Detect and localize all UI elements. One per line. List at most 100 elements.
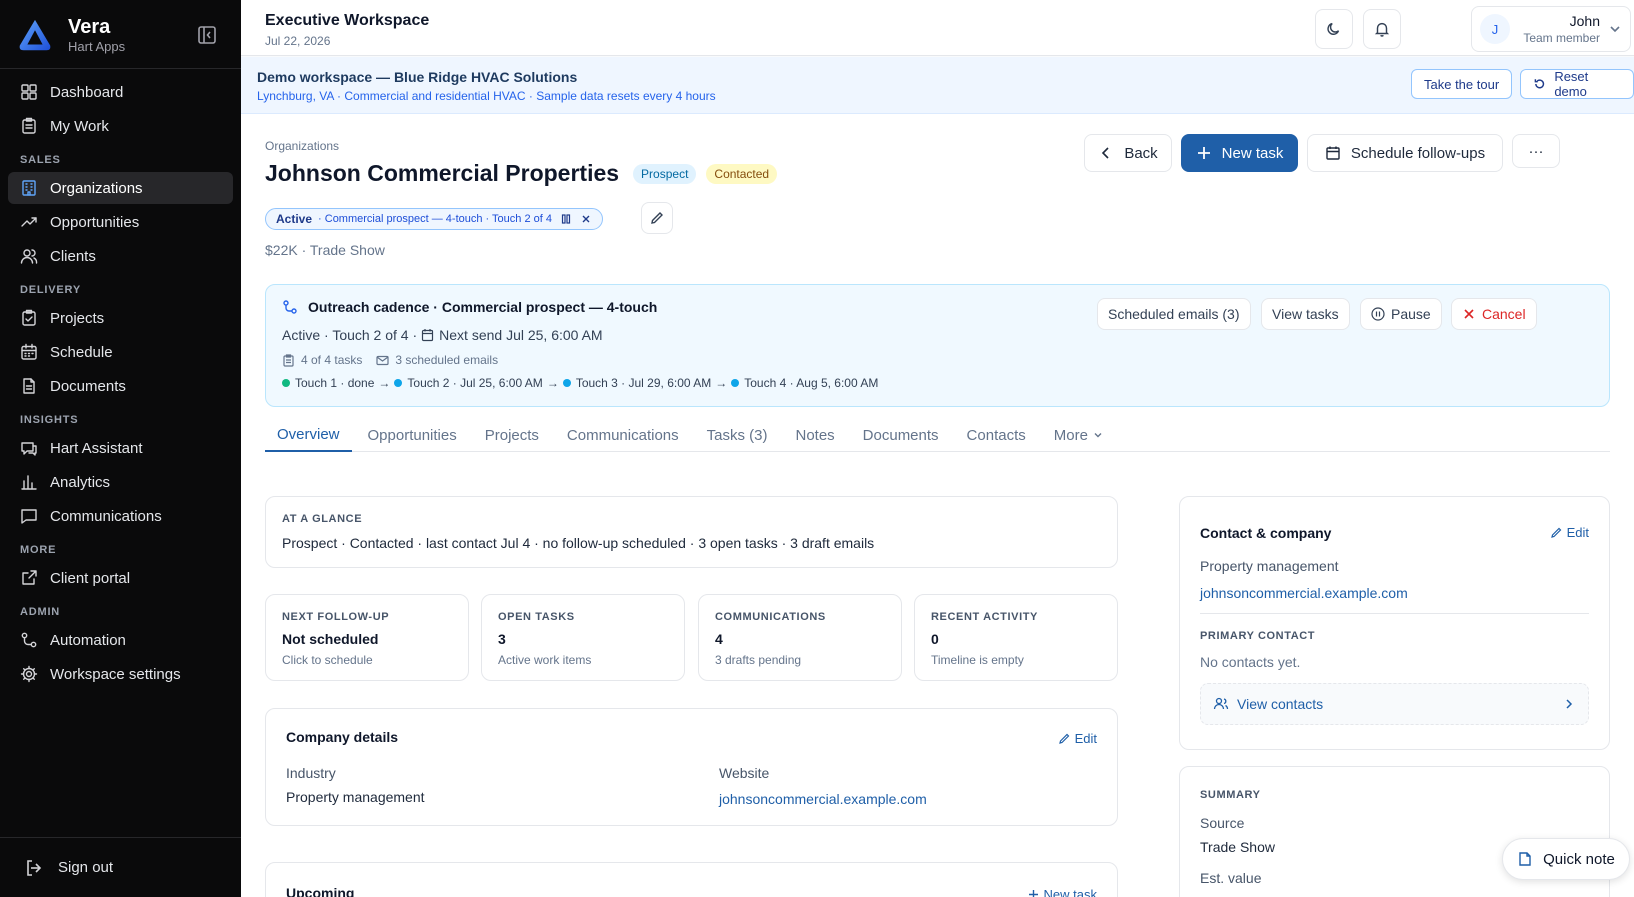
edit-company-link[interactable]: Edit [1058, 731, 1097, 746]
stat-card: OPEN TASKS 3 Active work items [481, 594, 685, 681]
step-status-dot [562, 379, 571, 387]
brand-name: Vera [68, 16, 111, 38]
demo-banner: Demo workspace — Blue Ridge HVAC Solutio… [241, 57, 1634, 114]
upcoming-new-task-link[interactable]: New task [1027, 887, 1097, 897]
clipboard-icon [22, 117, 36, 134]
stat-subtext: Click to schedule [282, 653, 373, 667]
notifications-button[interactable] [1363, 9, 1401, 49]
tab-projects[interactable]: Projects [473, 418, 551, 452]
sequence-chip[interactable]: Active · Commercial prospect — 4-touch ·… [265, 208, 603, 230]
stat-label: NEXT FOLLOW-UP [282, 611, 390, 623]
breadcrumb[interactable]: Organizations [265, 139, 339, 153]
sidebar-item-clients[interactable]: Clients [8, 240, 233, 272]
pencil-icon [651, 212, 663, 224]
tab-contacts[interactable]: Contacts [955, 418, 1038, 452]
pause-cadence-button[interactable]: Pause [1360, 298, 1442, 330]
stat-card: COMMUNICATIONS 4 3 drafts pending [698, 594, 902, 681]
pause-circle-icon [1371, 307, 1385, 321]
edit-contact-link[interactable]: Edit [1550, 525, 1589, 540]
quick-note-button[interactable]: Quick note [1502, 838, 1630, 880]
tab-label: Opportunities [367, 426, 457, 444]
tab-more[interactable]: More [1042, 418, 1116, 452]
chevron-down-icon [1094, 433, 1102, 438]
sidebar-item-label: Hart Assistant [50, 439, 143, 457]
tab-overview[interactable]: Overview [265, 418, 352, 452]
website-link[interactable]: johnsoncommercial.example.com [719, 791, 927, 807]
sidebar-item-opportunities[interactable]: Opportunities [8, 206, 233, 238]
industry-value: Property management [286, 789, 425, 805]
sidebar-item-hart-assistant[interactable]: Hart Assistant [8, 432, 233, 464]
sidebar-item-schedule[interactable]: Schedule [8, 336, 233, 368]
sidebar-item-documents[interactable]: Documents [8, 370, 233, 402]
sidebar-item-automation[interactable]: Automation [8, 624, 233, 656]
upcoming-new-task-label: New task [1043, 887, 1097, 897]
sidebar-item-label: Clients [50, 247, 96, 265]
more-actions-button[interactable]: ··· [1512, 134, 1560, 168]
calendar-clock-icon [422, 329, 434, 342]
scheduled-emails-button[interactable]: Scheduled emails (3) [1097, 298, 1251, 330]
sidebar-item-label: Dashboard [50, 83, 124, 101]
tab-label: Overview [277, 425, 340, 443]
external-link-icon [22, 570, 37, 585]
view-contacts-button[interactable]: View contacts [1200, 683, 1589, 725]
sidebar-item-my-work[interactable]: My Work [8, 110, 233, 142]
arrow-right-icon: → [378, 376, 391, 390]
document-icon [23, 378, 35, 394]
tab-tasks-3[interactable]: Tasks (3) [695, 418, 780, 452]
stat-subtext: Active work items [498, 653, 592, 667]
sidebar-item-analytics[interactable]: Analytics [8, 466, 233, 498]
users-icon [20, 249, 38, 264]
stat-value: 0 [931, 631, 939, 647]
view-tasks-label: View tasks [1272, 306, 1339, 322]
sidebar-item-client-portal[interactable]: Client portal [8, 562, 233, 594]
cadence-title-row: Outreach cadence · Commercial prospect —… [282, 299, 657, 315]
stat-value: 3 [498, 631, 506, 647]
sidebar-item-label: Organizations [50, 179, 143, 197]
close-icon[interactable] [580, 213, 592, 225]
new-task-button[interactable]: New task [1181, 134, 1298, 172]
theme-toggle-button[interactable] [1315, 9, 1353, 49]
org-meta: $22K · Trade Show [265, 242, 385, 258]
view-contacts-label: View contacts [1237, 696, 1324, 712]
pencil-icon [1550, 527, 1561, 538]
view-tasks-button[interactable]: View tasks [1261, 298, 1350, 330]
pause-label: Pause [1391, 306, 1431, 322]
cadence-emails: 3 scheduled emails [395, 353, 499, 367]
tab-notes[interactable]: Notes [783, 418, 846, 452]
tab-opportunities[interactable]: Opportunities [356, 418, 469, 452]
sidebar-item-label: Analytics [50, 473, 111, 491]
at-a-glance-label: AT A GLANCE [282, 513, 363, 525]
sidebar-item-dashboard[interactable]: Dashboard [8, 76, 233, 108]
tab-label: Contacts [966, 426, 1026, 444]
contact-industry: Property management [1200, 558, 1339, 574]
sidebar-item-label: Communications [50, 507, 162, 525]
dashboard-icon [21, 84, 37, 100]
sign-out-button[interactable]: Sign out [0, 837, 241, 897]
sidebar-item-organizations[interactable]: Organizations [8, 172, 233, 204]
take-tour-button[interactable]: Take the tour [1411, 69, 1513, 99]
sidebar-item-workspace-settings[interactable]: Workspace settings [8, 658, 233, 690]
company-details-title: Company details [286, 729, 399, 745]
cancel-cadence-button[interactable]: Cancel [1451, 298, 1537, 330]
sidebar-item-projects[interactable]: Projects [8, 302, 233, 334]
reset-demo-button[interactable]: Reset demo [1520, 69, 1634, 99]
back-button[interactable]: Back [1084, 134, 1172, 172]
user-menu-button[interactable]: J John Team member [1471, 6, 1631, 52]
stat-label: COMMUNICATIONS [715, 611, 826, 623]
stat-card[interactable]: NEXT FOLLOW-UP Not scheduled Click to sche… [265, 594, 469, 681]
tab-label: Notes [795, 426, 835, 444]
collapse-sidebar-icon[interactable] [196, 24, 218, 46]
tab-communications[interactable]: Communications [555, 418, 691, 452]
brand[interactable]: Vera Hart Apps [16, 14, 125, 58]
tab-documents[interactable]: Documents [851, 418, 951, 452]
cancel-label: Cancel [1482, 306, 1526, 322]
pause-icon[interactable] [560, 213, 572, 225]
cadence-title: Outreach cadence · Commercial prospect —… [308, 299, 658, 315]
schedule-follow-ups-button[interactable]: Schedule follow-ups [1307, 134, 1503, 172]
nav-section-label: MORE [20, 544, 57, 556]
edit-sequence-button[interactable] [641, 202, 673, 234]
sidebar-item-communications[interactable]: Communications [8, 500, 233, 532]
workspace-date: Jul 22, 2026 [265, 34, 331, 48]
avatar: J [1480, 14, 1510, 44]
contact-website-link[interactable]: johnsoncommercial.example.com [1200, 585, 1408, 601]
